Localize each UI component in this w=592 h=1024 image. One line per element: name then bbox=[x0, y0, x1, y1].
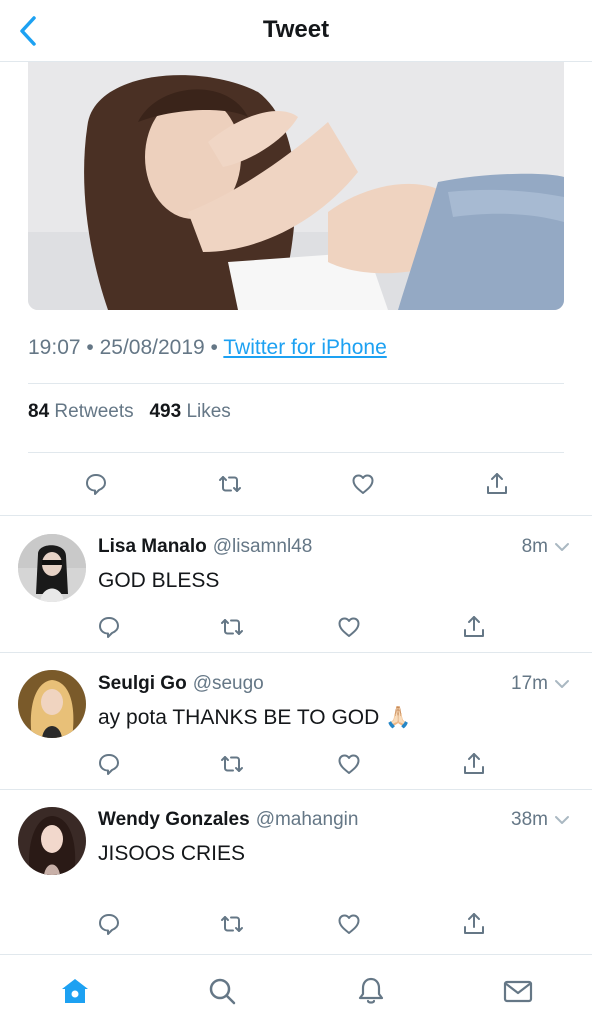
retweets-label[interactable]: Retweets bbox=[54, 401, 133, 422]
retweets-count[interactable]: 84 bbox=[28, 401, 49, 422]
reply-item[interactable]: Lisa Manalo @lisamnl48 8m GOD BLESS bbox=[0, 516, 592, 652]
heart-icon bbox=[338, 617, 360, 637]
comment-icon bbox=[86, 474, 106, 495]
reply-time: 8m bbox=[522, 536, 570, 558]
reply-author-name[interactable]: Seulgi Go bbox=[98, 673, 187, 694]
heart-icon bbox=[338, 754, 360, 774]
reply-author-name[interactable]: Wendy Gonzales bbox=[98, 809, 250, 830]
reply-actions bbox=[0, 747, 592, 781]
reply-item[interactable]: Seulgi Go @seugo 17m ay pota THANKS BE TO… bbox=[0, 653, 592, 789]
reply-time: 38m bbox=[511, 809, 570, 831]
comment-icon bbox=[99, 754, 119, 775]
reply-button[interactable] bbox=[92, 907, 126, 941]
heart-icon bbox=[338, 914, 360, 934]
share-icon bbox=[464, 913, 484, 934]
reply-text: JISOOS CRIES bbox=[98, 842, 246, 865]
search-icon bbox=[209, 978, 236, 1005]
likes-label[interactable]: Likes bbox=[186, 401, 230, 422]
page-title: Tweet bbox=[262, 16, 330, 43]
like-button[interactable] bbox=[332, 747, 366, 781]
heart-icon bbox=[352, 474, 374, 494]
tweet-date: 25/08/2019 bbox=[99, 336, 205, 359]
tab-bar bbox=[0, 954, 592, 1024]
reply-header: Seulgi Go @seugo bbox=[98, 673, 264, 695]
tab-notifications[interactable] bbox=[353, 973, 389, 1009]
tab-search[interactable] bbox=[204, 973, 240, 1009]
chevron-down-icon[interactable] bbox=[554, 814, 570, 826]
retweet-button[interactable] bbox=[215, 747, 249, 781]
tab-home[interactable] bbox=[57, 973, 93, 1009]
comment-icon bbox=[99, 617, 119, 638]
avatar-image bbox=[18, 534, 86, 602]
photo-illustration bbox=[28, 62, 564, 310]
share-button[interactable] bbox=[457, 907, 491, 941]
like-button[interactable] bbox=[332, 907, 366, 941]
share-button[interactable] bbox=[480, 467, 514, 501]
share-button[interactable] bbox=[457, 610, 491, 644]
reply-author-handle[interactable]: @seugo bbox=[193, 673, 264, 694]
reply-header: Lisa Manalo @lisamnl48 bbox=[98, 536, 312, 558]
reply-text: GOD BLESS bbox=[98, 569, 220, 592]
reply-author-handle[interactable]: @mahangin bbox=[256, 809, 359, 830]
mail-icon bbox=[503, 980, 533, 1003]
reply-actions bbox=[0, 907, 592, 941]
divider bbox=[28, 383, 564, 384]
reply-author-name[interactable]: Lisa Manalo bbox=[98, 536, 207, 557]
reply-item[interactable]: Wendy Gonzales @mahangin 38m JISOOS CRIES bbox=[0, 790, 592, 935]
reply-time: 17m bbox=[511, 673, 570, 695]
home-icon bbox=[62, 979, 88, 1003]
reply-button[interactable] bbox=[79, 467, 113, 501]
reply-timestamp: 8m bbox=[521, 536, 548, 557]
bell-icon bbox=[358, 977, 384, 1004]
retweet-icon bbox=[219, 476, 241, 492]
like-button[interactable] bbox=[332, 610, 366, 644]
avatar[interactable] bbox=[18, 534, 86, 602]
tweet-source-link[interactable]: Twitter for iPhone bbox=[223, 336, 386, 359]
tweet-meta: 19:07 • 25/08/2019 • Twitter for iPhone bbox=[28, 336, 387, 360]
reply-button[interactable] bbox=[92, 747, 126, 781]
share-button[interactable] bbox=[457, 747, 491, 781]
avatar-image bbox=[18, 670, 86, 738]
like-button[interactable] bbox=[346, 467, 380, 501]
retweet-icon bbox=[221, 756, 243, 772]
retweet-icon bbox=[221, 619, 243, 635]
divider bbox=[28, 452, 564, 453]
likes-count[interactable]: 493 bbox=[149, 401, 181, 422]
retweet-button[interactable] bbox=[213, 467, 247, 501]
reply-header: Wendy Gonzales @mahangin bbox=[98, 809, 358, 831]
comment-icon bbox=[99, 914, 119, 935]
meta-separator: • bbox=[86, 336, 100, 359]
retweet-icon bbox=[221, 916, 243, 932]
reply-button[interactable] bbox=[92, 610, 126, 644]
tweet-photo[interactable] bbox=[28, 62, 564, 310]
tab-messages[interactable] bbox=[500, 973, 536, 1009]
tweet-time: 19:07 bbox=[28, 336, 81, 359]
meta-separator: • bbox=[210, 336, 224, 359]
nav-bar: Tweet bbox=[0, 0, 592, 62]
avatar[interactable] bbox=[18, 670, 86, 738]
tweet-actions bbox=[0, 467, 592, 501]
reply-actions bbox=[0, 610, 592, 644]
reply-author-handle[interactable]: @lisamnl48 bbox=[213, 536, 313, 557]
share-icon bbox=[487, 473, 507, 494]
chevron-down-icon[interactable] bbox=[554, 541, 570, 553]
share-icon bbox=[464, 753, 484, 774]
retweet-button[interactable] bbox=[215, 907, 249, 941]
avatar[interactable] bbox=[18, 807, 86, 875]
reply-text: ay pota THANKS BE TO GOD 🙏🏻 bbox=[98, 706, 412, 729]
chevron-down-icon[interactable] bbox=[554, 678, 570, 690]
avatar-image bbox=[18, 807, 86, 875]
reply-timestamp: 17m bbox=[511, 673, 548, 694]
reply-timestamp: 38m bbox=[511, 809, 548, 830]
tweet-stats: 84 Retweets 493 Likes bbox=[28, 401, 231, 423]
share-icon bbox=[464, 616, 484, 637]
retweet-button[interactable] bbox=[215, 610, 249, 644]
